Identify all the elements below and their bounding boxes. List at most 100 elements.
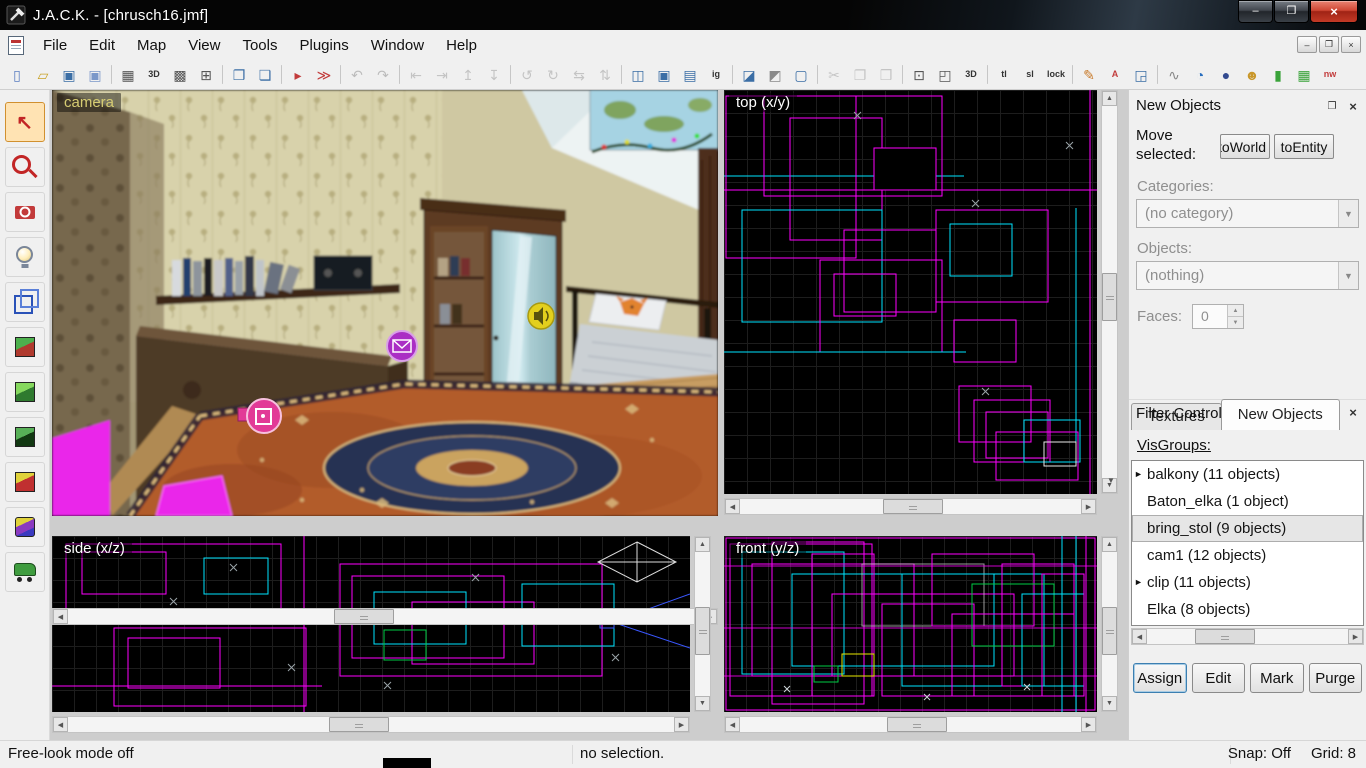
maximize-button[interactable]: ❐ — [1274, 0, 1309, 23]
apply-texture-button[interactable]: A — [1102, 62, 1128, 87]
flip-vertical-button[interactable]: ⇅ — [592, 62, 618, 87]
mark-button[interactable]: Mark — [1250, 663, 1304, 693]
camera-hscrollbar[interactable] — [52, 608, 718, 625]
copy-button[interactable]: ❐ — [847, 62, 873, 87]
top-hscrollbar[interactable] — [724, 498, 1097, 515]
run-map-button[interactable]: ▸ — [285, 62, 311, 87]
mdi-close-button[interactable]: × — [1341, 36, 1361, 53]
hide-selected-button[interactable]: ◪ — [736, 62, 762, 87]
splitter-collapse-icon[interactable]: ▼ — [1107, 476, 1115, 485]
avatar-button[interactable]: ☻ — [1239, 62, 1265, 87]
model-render-button[interactable]: ▮ — [1265, 62, 1291, 87]
scroll-track[interactable] — [68, 609, 702, 624]
larger-grid-button[interactable]: ⊞ — [193, 62, 219, 87]
scroll-right-button[interactable] — [1081, 499, 1096, 514]
mdi-restore-button[interactable]: ❐ — [1319, 36, 1339, 53]
cordon-button[interactable]: ⊡ — [906, 62, 932, 87]
scroll-up-button[interactable] — [1102, 537, 1117, 552]
assign-button[interactable]: Assign — [1133, 663, 1187, 693]
select-touching-button[interactable]: ◰ — [932, 62, 958, 87]
smaller-grid-button[interactable]: ▩ — [167, 62, 193, 87]
faces-stepper[interactable]: 0 — [1192, 304, 1245, 329]
scroll-left-button[interactable] — [725, 717, 740, 732]
carve-button[interactable]: ◫ — [625, 62, 651, 87]
to-world-button[interactable]: toWorld — [1220, 134, 1270, 159]
front-vscrollbar[interactable] — [1101, 536, 1118, 712]
scroll-track[interactable] — [1102, 106, 1117, 478]
dock-icon[interactable] — [1323, 98, 1341, 115]
top-vscrollbar[interactable] — [1101, 90, 1118, 494]
draw-new-button[interactable]: nw — [1317, 62, 1343, 87]
entity-tool[interactable] — [4, 237, 45, 277]
menu-map[interactable]: Map — [126, 33, 177, 58]
menu-edit[interactable]: Edit — [78, 33, 126, 58]
scroll-left-button[interactable] — [725, 499, 740, 514]
align-top-button[interactable]: ↥ — [455, 62, 481, 87]
chevron-down-icon[interactable] — [1338, 262, 1358, 289]
scroll-thumb[interactable] — [328, 717, 389, 732]
scroll-down-button[interactable] — [695, 696, 710, 711]
redo-button[interactable]: ↷ — [370, 62, 396, 87]
close-icon[interactable] — [1344, 98, 1362, 115]
select-3d-button[interactable]: 3D — [958, 62, 984, 87]
edit-button[interactable]: Edit — [1191, 663, 1245, 693]
scroll-thumb[interactable] — [1102, 606, 1117, 655]
scroll-track[interactable] — [740, 499, 1081, 514]
visgroup-cam1[interactable]: cam1 (12 objects) — [1132, 542, 1363, 569]
chevron-down-icon[interactable] — [1338, 200, 1358, 227]
ungroup-button[interactable]: ▤ — [677, 62, 703, 87]
light-radius-button[interactable]: ● — [1213, 62, 1239, 87]
cut-button[interactable]: ✂ — [821, 62, 847, 87]
menu-view[interactable]: View — [177, 33, 231, 58]
visgroup-balkony[interactable]: balkony (11 objects) — [1132, 461, 1363, 488]
scroll-up-button[interactable] — [695, 537, 710, 552]
scroll-track[interactable] — [740, 717, 1081, 732]
front-hscrollbar[interactable] — [724, 716, 1097, 733]
paste-button[interactable]: ❒ — [873, 62, 899, 87]
objects-select[interactable]: (nothing) — [1136, 261, 1359, 290]
spin-up-icon[interactable] — [1228, 305, 1244, 317]
scroll-track[interactable] — [1147, 629, 1348, 644]
scroll-down-button[interactable] — [1102, 696, 1117, 711]
close-button[interactable]: × — [1310, 0, 1358, 23]
pointfile-button[interactable]: ∿ — [1161, 62, 1187, 87]
vertex-tool[interactable] — [4, 462, 45, 502]
scroll-track[interactable] — [1102, 552, 1117, 696]
scroll-track[interactable] — [68, 717, 674, 732]
menu-tools[interactable]: Tools — [231, 33, 288, 58]
to-entity-button[interactable]: toEntity — [1274, 134, 1334, 159]
align-bottom-button[interactable]: ↧ — [481, 62, 507, 87]
scroll-track[interactable] — [695, 552, 710, 696]
run-map-advanced-button[interactable]: ≫ — [311, 62, 337, 87]
uv-lock-button[interactable]: lock — [1043, 62, 1069, 87]
visgroup-clip[interactable]: clip (11 objects) — [1132, 569, 1363, 596]
scroll-thumb[interactable] — [886, 717, 947, 732]
top-viewport[interactable]: top (x/y) — [724, 90, 1097, 494]
flip-horizontal-button[interactable]: ⇆ — [566, 62, 592, 87]
visgroups-hscrollbar[interactable] — [1131, 628, 1364, 645]
scroll-up-button[interactable] — [1102, 91, 1117, 106]
scroll-thumb[interactable] — [883, 499, 944, 514]
front-viewport[interactable]: front (y/z) — [724, 536, 1097, 712]
scroll-thumb[interactable] — [1102, 273, 1117, 322]
texture-lock-button[interactable]: tl — [991, 62, 1017, 87]
show-all-button[interactable]: ▢ — [788, 62, 814, 87]
rotate-ccw-button[interactable]: ↺ — [514, 62, 540, 87]
open-file-button[interactable]: ▱ — [30, 62, 56, 87]
ignore-groups-button[interactable]: ig — [703, 62, 729, 87]
visgroup-bring-stol[interactable]: bring_stol (9 objects) — [1132, 515, 1363, 542]
save-all-button[interactable]: ▣ — [82, 62, 108, 87]
clip-tool[interactable] — [4, 417, 45, 457]
cascade-windows-button[interactable]: ❐ — [226, 62, 252, 87]
side-hscrollbar[interactable] — [52, 716, 690, 733]
scroll-left-button[interactable] — [53, 717, 68, 732]
align-right-button[interactable]: ⇥ — [429, 62, 455, 87]
side-vscrollbar[interactable] — [694, 536, 711, 712]
texture-apply-tool[interactable] — [4, 327, 45, 367]
visgroup-baton-elka[interactable]: Baton_elka (1 object) — [1132, 488, 1363, 515]
path-edit-button[interactable]: ✎ — [1076, 62, 1102, 87]
category-select[interactable]: (no category) — [1136, 199, 1359, 228]
visgroups-list[interactable]: balkony (11 objects) Baton_elka (1 object… — [1131, 460, 1364, 626]
brush-tool[interactable] — [4, 282, 45, 322]
cordon-tool[interactable] — [4, 552, 45, 592]
